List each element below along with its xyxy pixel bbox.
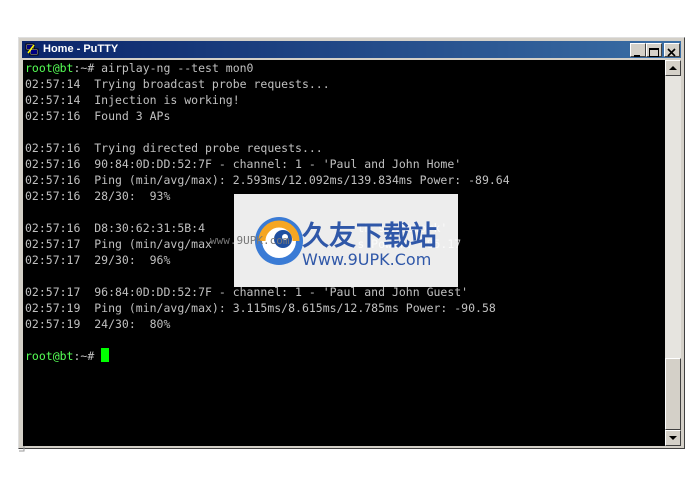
- prompt-suffix: :~#: [73, 349, 102, 363]
- close-button[interactable]: [664, 43, 680, 57]
- shell-prompt: root@bt: [25, 61, 74, 75]
- close-icon: [667, 48, 676, 57]
- terminal-line: 02:57:14 Trying broadcast probe requests…: [25, 77, 330, 91]
- title-bar[interactable]: Home - PuTTY: [22, 41, 681, 58]
- terminal-line: 02:57:16 Found 3 APs: [25, 109, 171, 123]
- resize-grip-icon: [19, 446, 25, 452]
- watermark-url: Www.9UPK.Com: [302, 250, 432, 269]
- terminal-line: root@bt:~#: [25, 348, 510, 364]
- shell-prompt: root@bt: [25, 349, 74, 363]
- minimize-icon: [634, 55, 640, 57]
- maximize-icon: [649, 48, 659, 57]
- text-cursor: [101, 348, 110, 362]
- terminal-line: 02:57:19 Ping (min/avg/max): 3.115ms/8.6…: [25, 301, 496, 315]
- watermark-site-name: 久友下载站: [302, 221, 437, 252]
- arrow-up-icon: [669, 66, 677, 70]
- terminal-line: 02:57:19 24/30: 80%: [25, 317, 171, 331]
- command-text: :~# airplay-ng --test mon0: [73, 61, 254, 75]
- terminal-line: root@bt:~# airplay-ng --test mon0: [25, 60, 510, 76]
- arrow-down-icon: [669, 436, 677, 440]
- terminal-line: 02:57:16 Ping (min/avg/max): 2.593ms/12.…: [25, 173, 510, 187]
- scroll-up-button[interactable]: [665, 60, 681, 76]
- scroll-thumb[interactable]: [665, 358, 681, 430]
- vertical-scrollbar[interactable]: [665, 60, 681, 446]
- window-title: Home - PuTTY: [43, 43, 119, 55]
- minimize-button[interactable]: [630, 43, 646, 57]
- terminal-line: 02:57:16 Trying directed probe requests.…: [25, 141, 323, 155]
- scroll-down-button[interactable]: [665, 430, 681, 446]
- putty-icon: [25, 43, 39, 56]
- terminal-line: 02:57:16 90:84:0D:DD:52:7F - channel: 1 …: [25, 157, 462, 171]
- terminal-line: 02:57:14 Injection is working!: [25, 93, 240, 107]
- maximize-button[interactable]: [646, 43, 662, 57]
- watermark-faint-url: www.9UPK.com: [210, 234, 290, 247]
